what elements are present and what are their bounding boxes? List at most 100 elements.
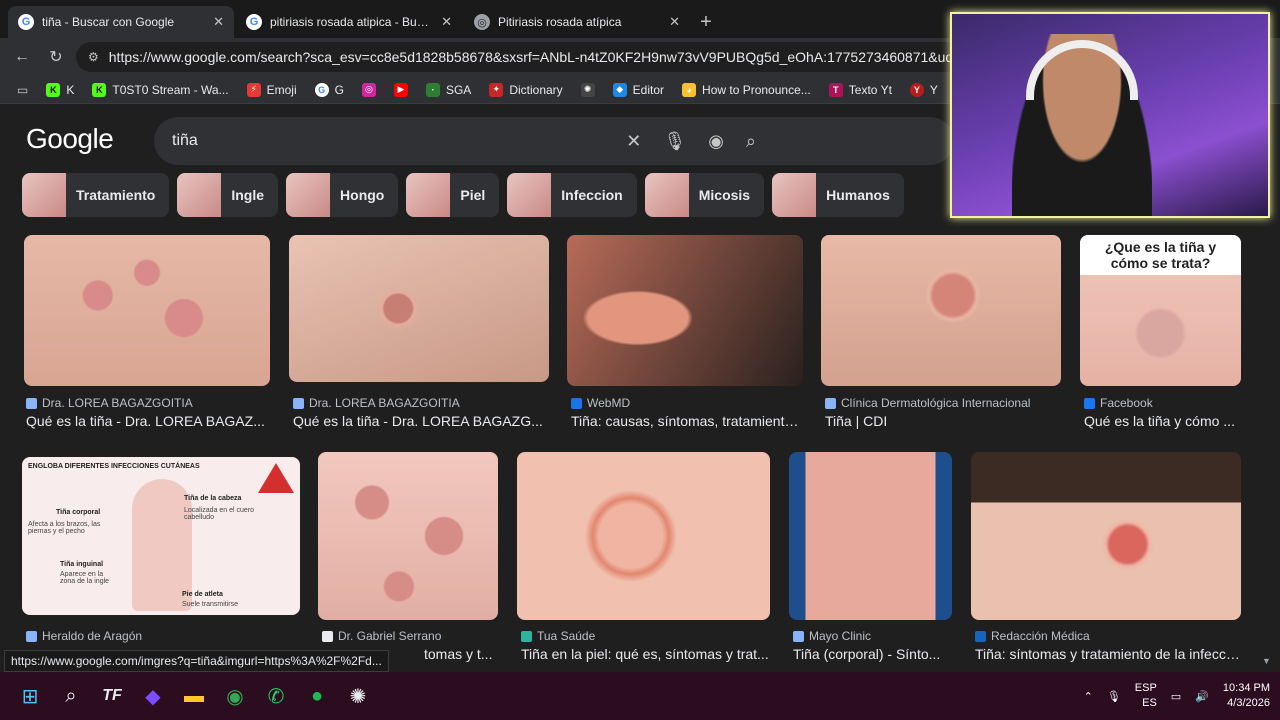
bookmark-how-to-pronounce[interactable]: ◕ How to Pronounce... xyxy=(675,81,818,99)
chip-ingle[interactable]: Ingle xyxy=(177,173,279,217)
tab-google-search[interactable]: G tiña - Buscar con Google ✕ xyxy=(8,6,234,38)
tab-search-icon[interactable]: ▭ xyxy=(10,81,35,99)
google-logo[interactable]: Google xyxy=(26,123,114,155)
chip-thumbnail xyxy=(406,173,451,217)
chip-micosis[interactable]: Micosis xyxy=(644,173,765,217)
result-source[interactable]: Heraldo de Aragón xyxy=(26,629,142,643)
search-box[interactable]: tiña ✕ 🎙 ◉ ⌕ xyxy=(154,117,954,165)
chrome-icon[interactable]: ◉ xyxy=(215,676,255,716)
chip-label: Tratamiento xyxy=(76,187,156,203)
app-diamond-icon[interactable]: ◆ xyxy=(133,676,173,716)
result-source[interactable]: Redacción Médica xyxy=(975,629,1090,643)
result-caption[interactable]: Tiña | CDI xyxy=(825,413,1061,429)
tab-pitiriasis-search[interactable]: G pitiriasis rosada atipica - Buscar con… xyxy=(236,6,462,38)
tf-app-icon[interactable]: TF xyxy=(92,676,132,716)
close-icon[interactable]: ✕ xyxy=(213,14,224,30)
volume-icon[interactable]: 🔊 xyxy=(1195,690,1209,703)
result-image[interactable] xyxy=(567,235,803,386)
infographic-label: Localizada en el cuero cabelludo xyxy=(184,507,255,521)
result-source[interactable]: WebMD xyxy=(571,396,630,410)
bookmark-instagram[interactable]: ◎ xyxy=(355,81,383,99)
microphone-icon[interactable]: 🎙 xyxy=(1107,690,1121,703)
file-explorer-icon[interactable]: ▬ xyxy=(174,676,214,716)
chip-tratamiento[interactable]: Tratamiento xyxy=(22,173,170,217)
result-image[interactable]: ¿Que es la tiña y cómo se trata? xyxy=(1080,235,1241,386)
result-source[interactable]: Tua Saúde xyxy=(521,629,595,643)
microphone-icon[interactable]: 🎙 xyxy=(663,131,686,152)
result-caption[interactable]: Qué es la tiña - Dra. LOREA BAGAZ... xyxy=(26,413,276,429)
result-source[interactable]: Clínica Dermatológica Internacional xyxy=(825,396,1030,410)
result-caption[interactable]: tomas y t... xyxy=(424,646,498,662)
result-caption[interactable]: Tiña: síntomas y tratamiento de la infec… xyxy=(975,646,1241,662)
result-image[interactable] xyxy=(24,235,270,386)
bookmark-youtube[interactable]: ▶ xyxy=(387,81,415,99)
tab-pitiriasis-page[interactable]: ◎ Pitiriasis rosada atípica ✕ xyxy=(464,6,690,38)
result-image[interactable] xyxy=(971,452,1241,620)
result-image-infographic[interactable]: ENGLOBA DIFERENTES INFECCIONES CUTÁNEAS … xyxy=(22,457,300,615)
result-source[interactable]: Mayo Clinic xyxy=(793,629,871,643)
result-caption[interactable]: Qué es la tiña - Dra. LOREA BAGAZG... xyxy=(293,413,543,429)
result-image[interactable] xyxy=(318,452,498,620)
chip-piel[interactable]: Piel xyxy=(406,173,500,217)
reload-button[interactable]: ↻ xyxy=(42,43,70,71)
bookmark-texto-yt[interactable]: T Texto Yt xyxy=(822,81,899,99)
site-icon xyxy=(293,397,304,409)
whatsapp-icon[interactable]: ✆ xyxy=(256,676,296,716)
result-source[interactable]: Dra. LOREA BAGAZGOITIA xyxy=(26,396,193,410)
chatgpt-icon[interactable]: ✺ xyxy=(338,676,378,716)
bookmark-y[interactable]: YY xyxy=(903,81,945,99)
close-icon[interactable]: ✕ xyxy=(441,14,452,30)
chip-infeccion[interactable]: Infeccion xyxy=(507,173,637,217)
language-indicator[interactable]: ESP ES xyxy=(1135,681,1157,711)
windows-start-icon[interactable]: ⊞ xyxy=(10,676,50,716)
result-source[interactable]: Dra. LOREA BAGAZGOITIA xyxy=(293,396,460,410)
lightning-icon: ⚡ xyxy=(246,82,261,97)
bookmark-openai[interactable]: ✺ xyxy=(574,81,602,99)
site-icon xyxy=(26,397,37,409)
close-icon[interactable]: ✕ xyxy=(669,14,680,30)
result-caption[interactable]: Tiña (corporal) - Sínto... xyxy=(793,646,952,662)
bookmark-g[interactable]: GG xyxy=(308,81,351,99)
webcam-overlay xyxy=(950,12,1270,218)
new-tab-button[interactable]: + xyxy=(692,6,720,38)
language-label: ES xyxy=(1142,697,1157,709)
chip-label: Ingle xyxy=(231,187,265,203)
result-source[interactable]: Facebook xyxy=(1084,396,1153,410)
scroll-down-arrow-icon[interactable]: ▼ xyxy=(1262,656,1271,666)
clear-icon[interactable]: ✕ xyxy=(626,131,641,152)
search-icon[interactable]: ⌕ xyxy=(746,131,756,152)
bookmark-k[interactable]: KK xyxy=(39,81,81,99)
chevron-up-icon[interactable]: ⌃ xyxy=(1084,690,1093,703)
clock[interactable]: 10:34 PM 4/3/2026 xyxy=(1223,681,1270,711)
result-image[interactable] xyxy=(517,452,770,620)
chip-humanos[interactable]: Humanos xyxy=(772,173,904,217)
network-icon[interactable]: ▭ xyxy=(1171,690,1181,703)
back-button[interactable]: ← xyxy=(8,43,36,71)
bookmark-editor[interactable]: ◆ Editor xyxy=(606,81,671,99)
chip-hongo[interactable]: Hongo xyxy=(286,173,399,217)
image-results: ¿Que es la tiña y cómo se trata? Dra. LO… xyxy=(0,235,1280,670)
bookmark-sga[interactable]: · SGA xyxy=(419,81,478,99)
sga-icon: · xyxy=(425,82,440,97)
result-caption[interactable]: Tiña: causas, síntomas, tratamiento... xyxy=(571,413,803,429)
google-icon: G xyxy=(246,14,262,30)
bookmark-emoji[interactable]: ⚡ Emoji xyxy=(240,81,304,99)
search-input[interactable]: tiña xyxy=(172,132,626,150)
infographic-label: Afecta a los brazos, las piernas y el pe… xyxy=(28,521,101,535)
source-label: Clínica Dermatológica Internacional xyxy=(841,396,1031,410)
result-caption[interactable]: Tiña en la piel: qué es, síntomas y trat… xyxy=(521,646,770,662)
result-image[interactable] xyxy=(821,235,1061,386)
bookmark-label: Editor xyxy=(632,82,665,97)
camera-icon[interactable]: ◉ xyxy=(708,131,724,152)
bookmark-dictionary[interactable]: ✦ Dictionary xyxy=(482,81,569,99)
site-info-icon[interactable]: ⚙ xyxy=(88,50,99,64)
spotify-icon[interactable]: ● xyxy=(297,676,337,716)
result-image[interactable] xyxy=(789,452,952,620)
result-source[interactable]: Dr. Gabriel Serrano xyxy=(322,629,441,643)
bookmark-tosto[interactable]: K T0ST0 Stream - Wa... xyxy=(85,81,235,99)
result-caption[interactable]: Qué es la tiña y cómo ... xyxy=(1084,413,1240,429)
bookmark-label: How to Pronounce... xyxy=(702,82,811,97)
source-label: Redacción Médica xyxy=(991,629,1090,643)
result-image[interactable] xyxy=(289,235,549,382)
search-icon[interactable]: ⌕ xyxy=(51,676,91,716)
